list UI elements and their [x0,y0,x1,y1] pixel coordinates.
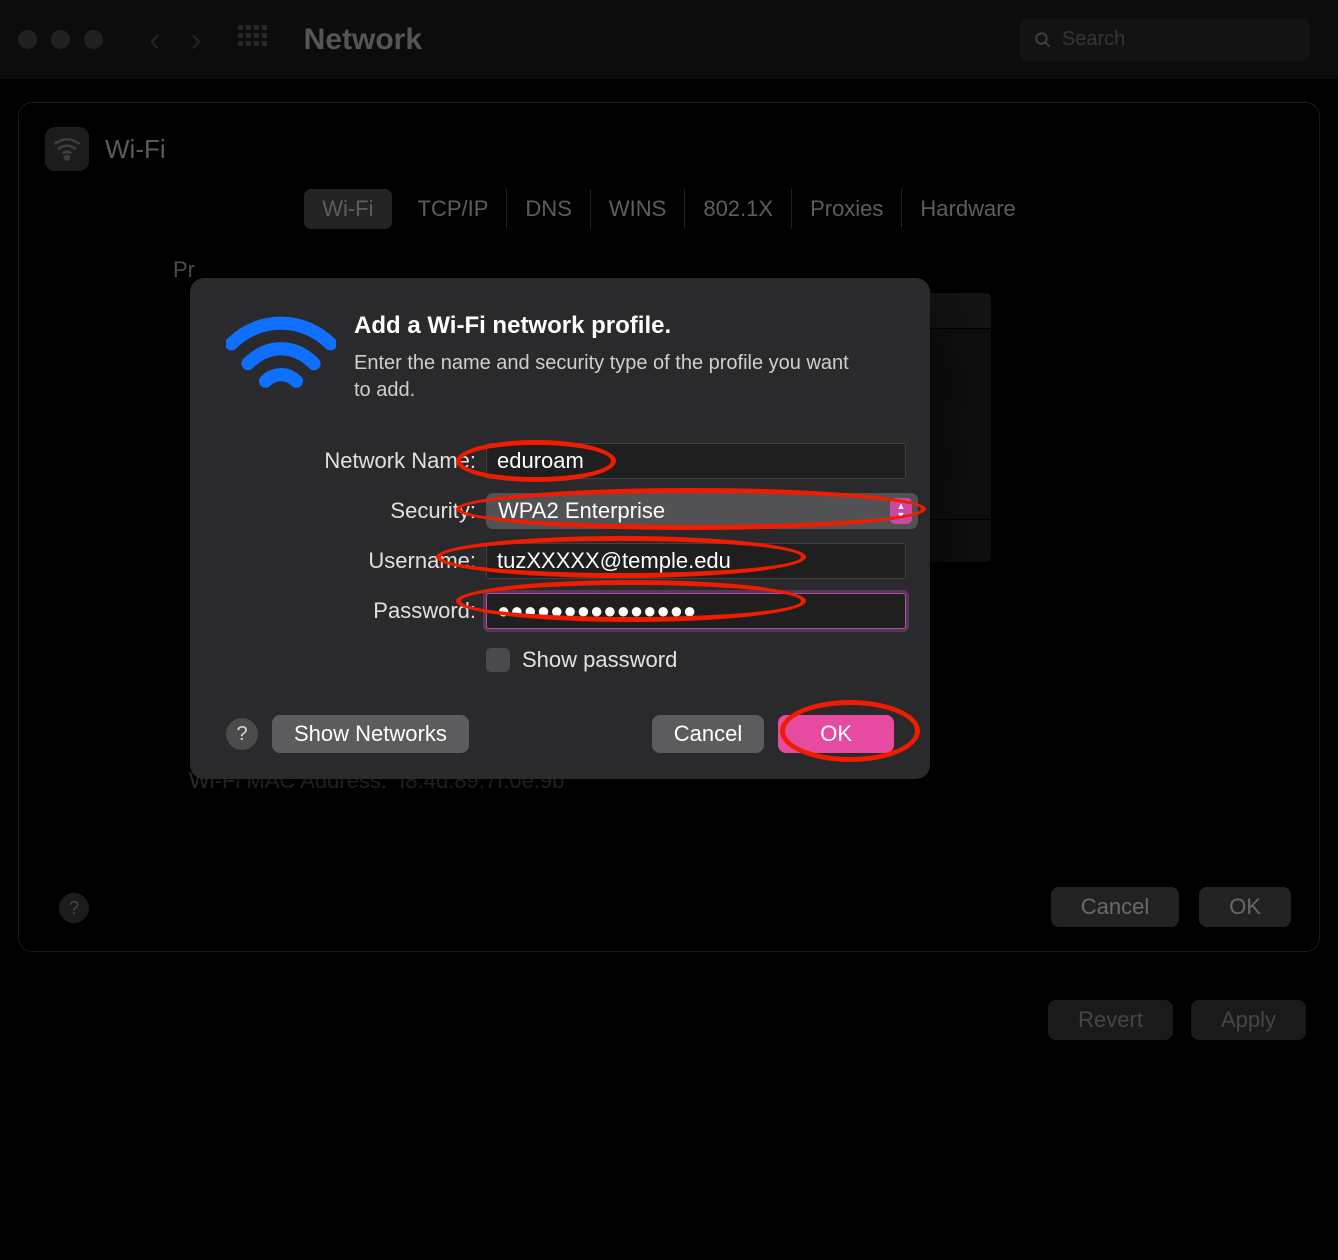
show-password-label: Show password [522,647,677,673]
chevron-up-down-icon: ▲▼ [890,498,912,524]
show-password-checkbox[interactable] [486,648,510,672]
show-networks-button[interactable]: Show Networks [272,715,469,753]
modal-subtitle: Enter the name and security type of the … [354,350,854,404]
modal-form: Network Name: Security: WPA2 Enterprise … [226,443,894,673]
modal-header: Add a Wi-Fi network profile. Enter the n… [226,312,894,407]
modal-header-text: Add a Wi-Fi network profile. Enter the n… [354,312,854,407]
password-input[interactable] [486,593,906,629]
security-value: WPA2 Enterprise [498,498,665,524]
modal-cancel-button[interactable]: Cancel [652,715,764,753]
add-wifi-modal: Add a Wi-Fi network profile. Enter the n… [190,278,930,779]
password-label: Password: [226,598,486,624]
wifi-icon [226,312,336,407]
modal-footer: ? Show Networks Cancel OK [226,715,894,753]
network-name-label: Network Name: [226,448,486,474]
network-name-input[interactable] [486,443,906,479]
username-label: Username: [226,548,486,574]
username-input[interactable] [486,543,906,579]
modal-title: Add a Wi-Fi network profile. [354,312,854,340]
security-label: Security: [226,498,486,524]
show-password-row: Show password [486,647,918,673]
help-icon[interactable]: ? [226,718,258,750]
security-select[interactable]: WPA2 Enterprise ▲▼ [486,493,918,529]
modal-ok-button[interactable]: OK [778,715,894,753]
